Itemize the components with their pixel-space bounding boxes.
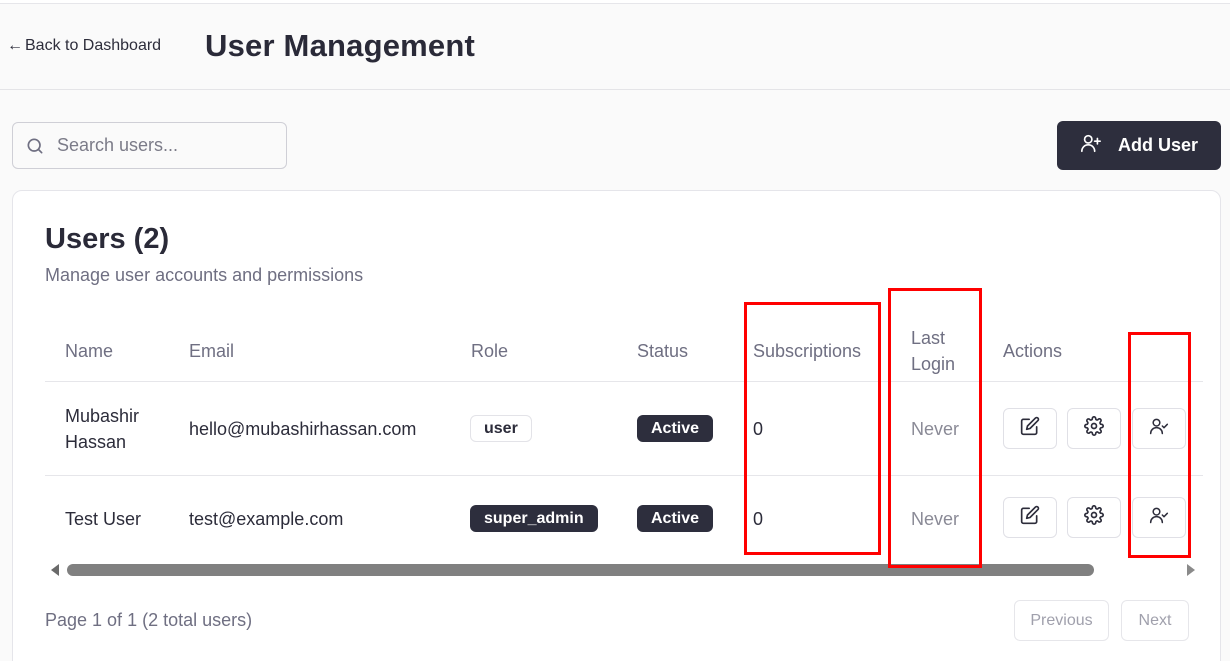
role-badge: user [470, 415, 532, 442]
user-name: Test User [65, 509, 142, 529]
column-header-role[interactable]: Role [471, 338, 508, 364]
gear-icon [1084, 416, 1104, 441]
subscriptions-count: 0 [753, 419, 764, 439]
edit-icon [1020, 416, 1040, 441]
users-card: Users (2) Manage user accounts and permi… [12, 190, 1221, 661]
back-link-label: Back to Dashboard [25, 37, 162, 54]
gear-icon [1084, 505, 1104, 530]
column-header-actions: Actions [1003, 341, 1063, 361]
page-header: ← Back to Dashboard User Management [0, 4, 1230, 90]
back-to-dashboard-link[interactable]: ← Back to Dashboard [7, 37, 161, 55]
header-divider [45, 381, 1203, 382]
column-header-subscriptions[interactable]: Subscriptions [753, 338, 861, 364]
row-divider [45, 475, 1203, 476]
pagination-summary: Page 1 of 1 (2 total users) [45, 610, 253, 630]
edit-user-button[interactable] [1003, 408, 1057, 449]
column-header-email[interactable]: Email [189, 338, 234, 364]
user-status-button[interactable] [1132, 497, 1186, 538]
add-user-button[interactable]: Add User [1057, 121, 1221, 170]
user-settings-button[interactable] [1067, 497, 1121, 538]
column-header-name[interactable]: Name [65, 338, 113, 364]
search-input[interactable] [57, 135, 277, 156]
user-plus-icon [1080, 132, 1102, 159]
column-header-status[interactable]: Status [637, 338, 688, 364]
user-name-line2: Hassan [65, 432, 127, 452]
user-email: hello@mubashirhassan.com [189, 419, 417, 439]
user-check-icon [1149, 505, 1169, 530]
card-title: Users (2) [45, 223, 170, 255]
add-user-label: Add User [1117, 135, 1198, 155]
previous-page-button[interactable]: Previous [1014, 600, 1109, 641]
status-badge: Active [637, 505, 714, 532]
scroll-thumb[interactable] [67, 564, 1094, 576]
edit-icon [1020, 505, 1040, 530]
user-email: test@example.com [189, 509, 344, 529]
user-check-icon [1149, 416, 1169, 441]
column-header-last-login-line2[interactable]: Login [911, 351, 955, 377]
status-badge: Active [637, 415, 714, 442]
next-page-button[interactable]: Next [1121, 600, 1189, 641]
user-name-line1: Mubashir [65, 406, 140, 426]
table-horizontal-scrollbar[interactable] [47, 563, 1199, 577]
scroll-left-arrow-icon[interactable] [51, 564, 59, 576]
user-settings-button[interactable] [1067, 408, 1121, 449]
last-login-value: Never [911, 419, 960, 439]
scroll-right-arrow-icon[interactable] [1187, 564, 1195, 576]
card-subtitle: Manage user accounts and permissions [45, 265, 364, 285]
search-field[interactable] [12, 122, 287, 169]
arrow-left-icon: ← [7, 37, 23, 54]
last-login-value: Never [911, 509, 960, 529]
edit-user-button[interactable] [1003, 497, 1057, 538]
user-status-button[interactable] [1132, 408, 1186, 449]
role-badge: super_admin [470, 505, 598, 532]
search-icon [13, 136, 57, 156]
subscriptions-count: 0 [753, 509, 764, 529]
column-header-last-login-line1[interactable]: Last [911, 325, 945, 351]
page-title: User Management [205, 28, 476, 63]
